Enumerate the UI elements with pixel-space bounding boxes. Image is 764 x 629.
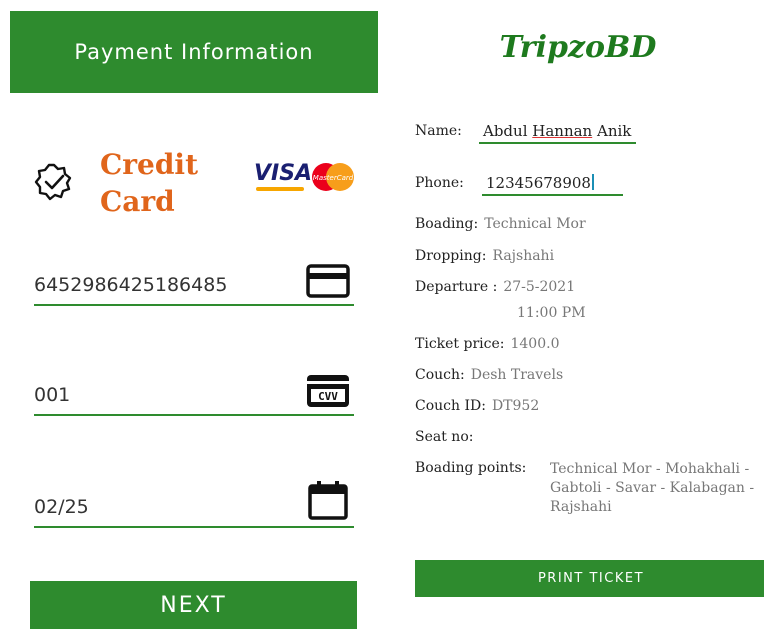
departure-time-row: 11:00 PM bbox=[517, 305, 586, 321]
payment-header-bar: Payment Information bbox=[10, 11, 378, 93]
tripzobd-brand: TripzoBD bbox=[499, 30, 657, 65]
print-ticket-button[interactable]: PRINT TICKET bbox=[415, 560, 764, 597]
credit-card-title-line1: Credit bbox=[100, 148, 198, 181]
departure-row: Departure : 27-5-2021 bbox=[415, 279, 575, 295]
boarding-points-row: Boading points: bbox=[415, 460, 526, 476]
coach-value: Desh Travels bbox=[470, 367, 564, 383]
departure-label: Departure : bbox=[415, 279, 498, 295]
seat-label: Seat no: bbox=[415, 429, 474, 445]
seat-row: Seat no: bbox=[415, 429, 473, 445]
cvv-field[interactable]: 001 CVV bbox=[34, 374, 354, 416]
boarding-points-line2: Gabtoli - Savar - Kalabagan - bbox=[550, 480, 755, 496]
boarding-label: Boading: bbox=[415, 216, 479, 232]
dropping-value: Rajshahi bbox=[492, 248, 555, 264]
dropping-row: Dropping: Rajshahi bbox=[415, 248, 554, 264]
boarding-points-label: Boading points: bbox=[415, 460, 527, 476]
price-row: Ticket price: 1400.0 bbox=[415, 336, 559, 352]
departure-time: 11:00 PM bbox=[517, 305, 586, 321]
coach-id-row: Couch ID: DT952 bbox=[415, 398, 539, 414]
phone-row: Phone: bbox=[415, 175, 464, 191]
phone-value: 12345678908 bbox=[486, 174, 591, 192]
price-label: Ticket price: bbox=[415, 336, 505, 352]
coach-id-label: Couch ID: bbox=[415, 398, 486, 414]
boarding-row: Boading: Technical Mor bbox=[415, 216, 586, 232]
boarding-points-values: Technical Mor - Mohakhali - Gabtoli - Sa… bbox=[550, 460, 764, 517]
boarding-points-line3: Rajshahi bbox=[550, 499, 612, 515]
coach-row: Couch: Desh Travels bbox=[415, 367, 563, 383]
verified-badge-icon bbox=[34, 163, 72, 201]
card-number-value: 6452986425186485 bbox=[34, 274, 228, 296]
name-value-part2: Hannan bbox=[532, 122, 593, 140]
card-number-field[interactable]: 6452986425186485 bbox=[34, 264, 354, 306]
next-button[interactable]: NEXT bbox=[30, 581, 357, 629]
payment-header-title: Payment Information bbox=[74, 40, 314, 64]
name-value-part3: Anik bbox=[592, 122, 632, 140]
departure-date: 27-5-2021 bbox=[503, 279, 576, 295]
calendar-icon bbox=[308, 481, 348, 520]
coach-id-value: DT952 bbox=[491, 398, 540, 414]
phone-label: Phone: bbox=[415, 175, 464, 191]
mastercard-logo-text: MasterCard bbox=[313, 174, 354, 182]
coach-label: Couch: bbox=[415, 367, 465, 383]
credit-card-title: Credit Card bbox=[100, 146, 210, 220]
boarding-points-line1: Technical Mor - Mohakhali - bbox=[550, 461, 750, 477]
card-brand-logos: VISA MasterCard bbox=[254, 161, 358, 195]
name-row: Name: bbox=[415, 123, 462, 139]
expiry-value: 02/25 bbox=[34, 496, 89, 518]
credit-card-title-line2: Card bbox=[100, 185, 175, 218]
name-input[interactable]: Abdul Hannan Anik bbox=[479, 118, 636, 144]
credit-card-icon bbox=[306, 264, 350, 298]
expiry-field[interactable]: 02/25 bbox=[34, 481, 354, 528]
cvv-value: 001 bbox=[34, 384, 71, 406]
mastercard-logo: MasterCard bbox=[312, 163, 354, 191]
text-caret bbox=[591, 174, 594, 190]
phone-input[interactable]: 12345678908 bbox=[482, 170, 623, 196]
dropping-label: Dropping: bbox=[415, 248, 487, 264]
visa-swoosh bbox=[256, 187, 304, 191]
cvv-icon: CVV bbox=[307, 375, 349, 407]
name-label: Name: bbox=[415, 123, 462, 139]
visa-logo: VISA bbox=[254, 161, 313, 186]
boarding-value: Technical Mor bbox=[484, 216, 586, 232]
cvv-icon-text: CVV bbox=[318, 390, 338, 403]
price-value: 1400.0 bbox=[510, 336, 560, 352]
name-value-part1: Abdul bbox=[483, 122, 533, 140]
